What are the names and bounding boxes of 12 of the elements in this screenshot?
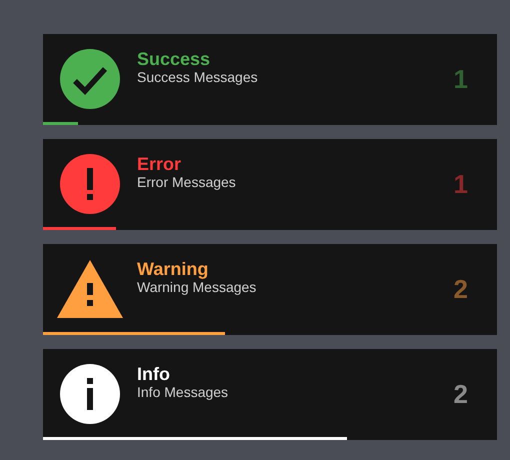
notification-subtitle: Error Messages	[137, 174, 237, 190]
notification-subtitle: Warning Messages	[137, 279, 258, 295]
notification-title: Info	[137, 364, 171, 384]
notification-title: Error	[137, 154, 182, 174]
notification-subtitle: Success Messages	[137, 69, 259, 85]
message-count: 1	[454, 63, 469, 96]
notification-title: Warning	[137, 259, 210, 279]
notification-subtitle: Info Messages	[137, 384, 230, 400]
message-count: 1	[454, 168, 469, 201]
message-count: 2	[454, 378, 469, 411]
notification-title: Success	[137, 49, 212, 69]
message-count: 2	[454, 273, 469, 306]
